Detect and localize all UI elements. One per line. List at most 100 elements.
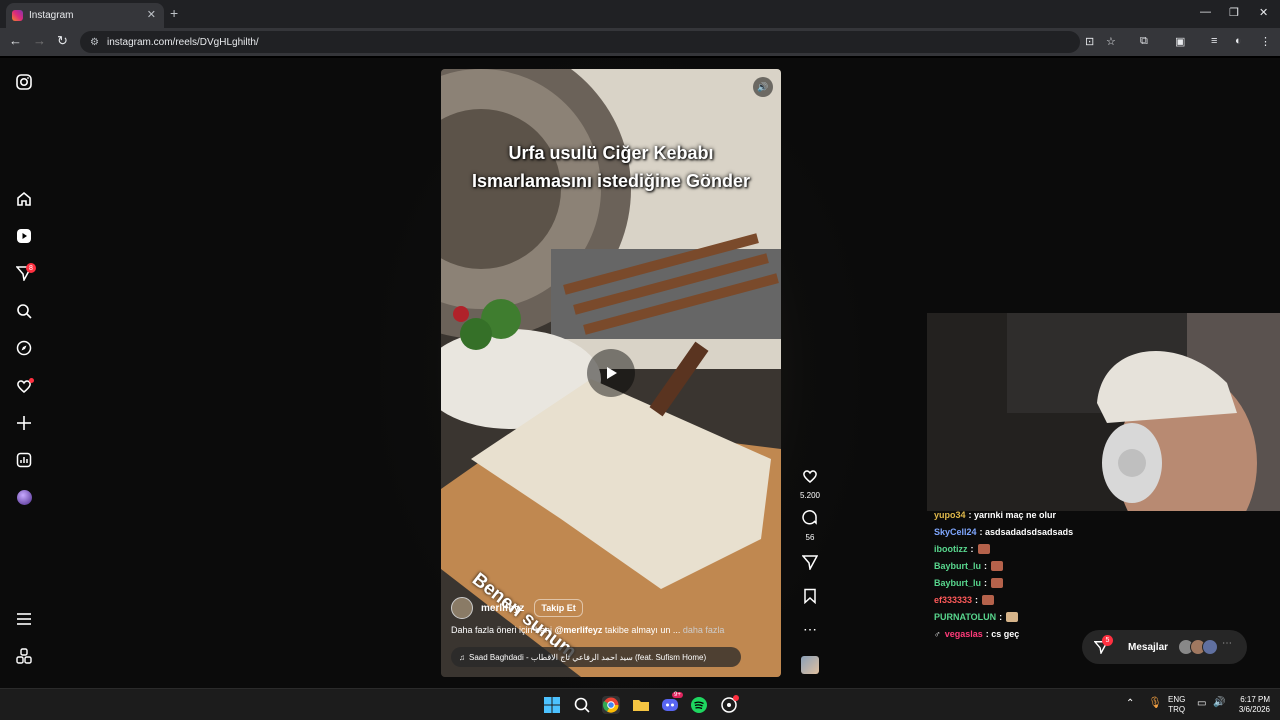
create-plus-icon[interactable]: [14, 413, 34, 433]
profile-avatar-icon[interactable]: [14, 487, 34, 507]
url-text: instagram.com/reels/DVgHLghilth/: [106, 36, 259, 48]
more-menu-icon[interactable]: [14, 609, 34, 629]
messages-bar-label: Mesajlar: [1128, 641, 1169, 653]
bookmark-star-icon[interactable]: ☆: [1106, 35, 1116, 48]
message-avatar: [1202, 639, 1218, 655]
chat-user: ibootizz: [934, 543, 968, 554]
dashboard-icon[interactable]: [14, 450, 34, 470]
mute-toggle-icon[interactable]: 🔊: [753, 77, 773, 97]
comment-count: 56: [805, 533, 815, 542]
streamer-webcam: [927, 313, 1280, 511]
close-tab-icon[interactable]: ✕: [147, 8, 156, 21]
display-icon[interactable]: ▭: [1197, 699, 1206, 709]
audio-cover-thumbnail[interactable]: [798, 656, 822, 674]
install-app-icon[interactable]: ⊡: [1085, 35, 1094, 48]
also-from-meta-icon[interactable]: [14, 646, 34, 666]
microphone-icon[interactable]: 🎙: [1148, 698, 1162, 709]
profile-avatar[interactable]: ◐: [1235, 35, 1242, 47]
taskbar-search-icon[interactable]: [573, 696, 591, 714]
tray-chevron-icon[interactable]: ⌃: [1126, 699, 1134, 709]
chat-badge-icon: ♂: [934, 628, 941, 639]
play-button[interactable]: [587, 349, 635, 397]
caption-end: takibe almayı un ...: [602, 625, 683, 635]
browser-tabbar: Instagram ✕ + — ❐ ✕: [0, 0, 1280, 28]
follow-button[interactable]: Takip Et: [534, 599, 583, 617]
address-bar[interactable]: ⚙ instagram.com/reels/DVgHLghilth/: [80, 31, 1080, 53]
instagram-favicon-icon: [12, 10, 23, 21]
caption-more-link[interactable]: daha fazla: [683, 625, 725, 635]
chat-user: yupo34: [934, 509, 966, 520]
discord-icon[interactable]: [661, 696, 679, 714]
browser-tab[interactable]: Instagram ✕: [6, 3, 164, 28]
share-action[interactable]: [798, 554, 822, 575]
like-action[interactable]: 5.200: [798, 468, 822, 500]
back-button[interactable]: ←: [9, 33, 22, 48]
sidepanel-icon[interactable]: ▣: [1175, 35, 1185, 48]
instagram-page: 8 Urfa usulü Ciğer Kebabı Ismarlamasını …: [0, 58, 1280, 688]
chat-message: ibootizz:: [934, 540, 1073, 557]
audio-title: Saad Baghdadi - سيد احمد الرفاعي تاج الا…: [469, 652, 707, 662]
messages-badge: 8: [26, 263, 36, 273]
site-info-icon[interactable]: ⚙: [90, 37, 99, 48]
chat-emote-icon: [982, 594, 995, 605]
music-note-icon: ♫: [459, 652, 465, 662]
comment-action[interactable]: 56: [798, 510, 822, 542]
chat-user: PURNATOLUN: [934, 611, 997, 622]
caption-start: Daha fazla öneri için beni: [451, 625, 555, 635]
save-action[interactable]: [798, 588, 822, 609]
chat-message: yupo34: yarınki maç ne olur: [934, 509, 1057, 520]
file-explorer-icon[interactable]: [632, 696, 650, 714]
language-code: ENG: [1168, 695, 1186, 704]
chat-message: SkyCell24: asdsadadsdsadsads: [934, 526, 1074, 537]
forward-button[interactable]: →: [33, 33, 46, 48]
notification-dot: [29, 378, 34, 383]
messages-bar[interactable]: 5 Mesajlar ⋯: [1082, 630, 1247, 664]
search-icon[interactable]: [14, 301, 34, 321]
author-username[interactable]: merlifeyz: [481, 603, 524, 614]
chat-emote-icon: [1006, 611, 1019, 622]
windows-taskbar: 9+ ⌃ 🎙 ENG TRQ ▭ 🔊 6:17 PM 3/6/2026: [0, 688, 1280, 720]
reel-overlay-line1: Urfa usulü Ciğer Kebabı: [508, 143, 714, 163]
tab-title: Instagram: [29, 10, 74, 21]
clock-date: 3/6/2026: [1238, 705, 1270, 714]
more-options-icon[interactable]: ⋯: [798, 621, 822, 638]
close-window-button[interactable]: ✕: [1259, 6, 1268, 19]
restore-button[interactable]: ❐: [1229, 6, 1239, 19]
browser-toolbar: ← → ↻ ⚙ instagram.com/reels/DVgHLghilth/…: [0, 28, 1280, 56]
instagram-logo-icon[interactable]: [14, 72, 34, 92]
caption-mention[interactable]: @merlifeyz: [555, 625, 603, 635]
chat-message: Bayburt_lu:: [934, 574, 1073, 591]
share-icon: [801, 555, 819, 572]
reels-icon[interactable]: [14, 226, 34, 246]
author-avatar[interactable]: [451, 597, 473, 619]
volume-icon[interactable]: 🔊: [1213, 698, 1225, 708]
minimize-button[interactable]: —: [1200, 6, 1211, 18]
extensions-icon[interactable]: ⧉: [1140, 35, 1148, 48]
like-heart-icon: [803, 470, 817, 483]
reel-video[interactable]: Urfa usulü Ciğer Kebabı Ismarlamasını is…: [441, 69, 781, 677]
comment-icon: [802, 510, 817, 525]
reload-button[interactable]: ↻: [57, 33, 68, 49]
chat-message: ef333333:: [934, 591, 1073, 608]
chat-user: Bayburt_lu: [934, 560, 982, 571]
app-notification-dot: [733, 695, 739, 701]
home-icon[interactable]: [14, 189, 34, 209]
chrome-taskbar-icon[interactable]: [602, 696, 620, 714]
chat-emote-icon: [991, 560, 1004, 571]
chat-message: Bayburt_lu:: [934, 557, 1073, 574]
reel-audio-pill[interactable]: ♫ Saad Baghdadi - سيد احمد الرفاعي تاج ا…: [451, 647, 741, 667]
stream-chat: yupo34: yarınki maç ne olur SkyCell24: a…: [934, 506, 1073, 642]
discord-badge: 9+: [672, 692, 683, 698]
new-tab-button[interactable]: +: [170, 5, 178, 21]
reading-list-icon[interactable]: ≡: [1211, 35, 1217, 47]
language-indicator[interactable]: ENG TRQ: [1168, 695, 1185, 715]
chat-message: ♂ vegaslas: cs geç: [934, 628, 1020, 639]
clock[interactable]: 6:17 PM 3/6/2026: [1232, 695, 1270, 715]
chat-user: SkyCell24: [934, 526, 977, 537]
chat-emote-icon: [991, 577, 1004, 588]
windows-start-icon[interactable]: [543, 696, 561, 714]
spotify-icon[interactable]: [690, 696, 708, 714]
browser-menu-icon[interactable]: ⋮: [1260, 35, 1271, 48]
chat-user: vegaslas: [944, 628, 983, 639]
explore-icon[interactable]: [14, 338, 34, 358]
